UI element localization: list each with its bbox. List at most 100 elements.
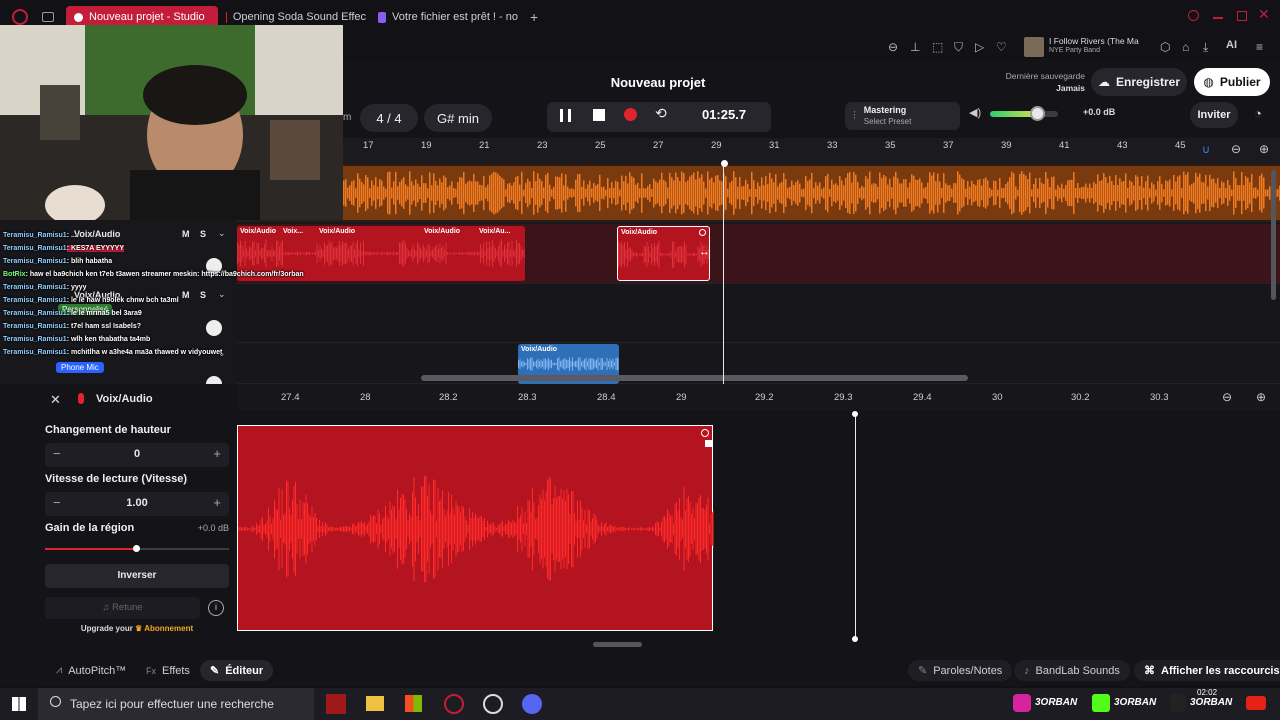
loop-handle-icon[interactable] [701,429,709,437]
time-signature[interactable]: 4 / 4 [360,104,418,132]
workspaces-icon[interactable] [42,12,54,22]
upgrade-text[interactable]: Upgrade your ♛ Abonnement [45,624,229,633]
selected-audio-clip[interactable]: Voix/Audio [617,226,710,281]
stop-icon[interactable] [593,109,605,121]
track-lane-red[interactable]: Voix/Audio Voix... Voix/Audio Voix/Audio… [237,224,1280,284]
shortcuts-button[interactable]: ⌘ Afficher les raccourcis [1134,660,1280,681]
retune-button[interactable]: ♫ Retune [45,597,200,619]
tab-autopitch[interactable]: ⩘ AutoPitch™ [46,660,136,681]
search-placeholder[interactable]: Tapez ici pour effectuer une recherche [70,697,274,711]
clip-title: Voix/Audio [621,229,658,236]
zoom-in-icon[interactable]: ⊕ [1259,142,1269,156]
close-icon[interactable]: ✕ [50,392,61,408]
invite-button[interactable]: Inviter [1190,102,1238,128]
key-selector[interactable]: G# min [424,104,492,132]
menu-icon[interactable]: ≡ [1256,40,1263,54]
editor-playhead[interactable] [855,414,856,638]
track-lane-orange[interactable] [237,164,1280,222]
mastering-button[interactable]: ⫶ Mastering Select Preset [845,102,960,130]
search-tabs-icon[interactable] [1188,10,1199,21]
increment-button[interactable]: + [213,446,221,461]
speed-stepper[interactable]: − 1.00 + [45,492,229,516]
loop-icon[interactable]: ⟲ [655,105,667,122]
minimize-icon[interactable] [1213,17,1223,19]
webcam-overlay [0,25,343,220]
tab-editor[interactable]: ✎ Éditeur [200,660,274,681]
ruler-tick: 39 [1001,140,1012,151]
loop-handle-icon[interactable] [699,229,706,236]
magnet-snap-icon[interactable]: ∪ [1202,143,1210,156]
clock: 02:02 [1197,688,1218,697]
speaker-icon[interactable]: ◀) [969,106,981,119]
info-icon[interactable]: i [208,600,224,616]
master-volume-slider[interactable] [990,106,1058,121]
ai-button[interactable]: AI [1226,39,1237,51]
heart-icon[interactable]: ♡ [996,40,1007,54]
editor-zoom-out-icon[interactable]: ⊖ [1222,390,1232,404]
vertical-scrollbar[interactable] [1271,170,1276,300]
media-title[interactable]: I Follow Rivers (The Ma [1049,36,1141,46]
tab-bandlab-sounds[interactable]: ♪ BandLab Sounds [1014,660,1130,681]
tab-file[interactable]: Votre fichier est prêt ! - no [378,6,518,28]
obs-icon[interactable] [483,694,503,714]
notifications-icon[interactable]: ◔ [1254,106,1262,121]
opera-gx-taskbar-icon[interactable] [444,694,464,714]
opera-logo-icon[interactable] [12,9,28,25]
pitch-label: Changement de hauteur [45,424,171,436]
discord-icon[interactable] [522,694,542,714]
editor-zoom-in-icon[interactable]: ⊕ [1256,390,1266,404]
save-button[interactable]: ☁ Enregistrer [1091,68,1187,96]
editor-label: Éditeur [225,664,264,677]
volume-knob[interactable] [1030,106,1045,121]
editor-ruler-tick: 28.2 [439,392,458,403]
gain-slider[interactable] [45,545,229,552]
autopitch-label: AutoPitch™ [68,664,127,677]
record-icon[interactable] [624,108,637,121]
pitch-value[interactable]: 0 [45,448,229,460]
file-explorer-icon[interactable] [366,696,384,711]
editor-scrollbar[interactable] [593,642,642,647]
new-tab-button[interactable]: + [530,9,538,25]
tab-effects[interactable]: Fx Effets [136,660,200,681]
project-title[interactable]: Nouveau projet [560,75,756,90]
maximize-icon[interactable] [1237,11,1247,21]
pause-icon[interactable] [560,109,571,122]
stream-chat-overlay: Teramisu_Ramisu1: .... Teramisu_Ramisu1:… [0,228,304,376]
snapshot-icon[interactable]: ⬚ [932,40,943,54]
upgrade-link[interactable]: Abonnement [144,624,193,633]
windows-start-icon[interactable] [12,697,26,711]
close-window-icon[interactable]: ✕ [1258,6,1270,23]
ruler-tick: 37 [943,140,954,151]
timeline-ruler[interactable]: 17 19 21 23 25 27 29 31 33 35 37 39 41 4… [343,138,1280,164]
editor-waveform-region[interactable] [237,425,714,631]
editor-ruler[interactable]: 27.4 28 28.2 28.3 28.4 29 29.2 29.3 29.4… [237,384,1280,410]
bottom-toolbar: ⩘ AutoPitch™ Fx Effets ✎ Éditeur ✎ Paroles/N… [0,655,1280,686]
gain-knob[interactable] [133,545,140,552]
download-icon[interactable]: ⤓ [1203,40,1208,55]
playhead[interactable] [723,164,724,384]
zoom-icon[interactable]: ⊖ [888,40,898,54]
editor-ruler-tick: 29.3 [834,392,853,403]
pin-icon[interactable]: ⊥ [910,40,920,54]
pitch-stepper[interactable]: − 0 + [45,443,229,467]
increment-button[interactable]: + [213,495,221,510]
shield-icon[interactable]: ⛉ [954,40,963,55]
editor-ruler-tick: 28.3 [518,392,537,403]
taskbar-search[interactable]: Tapez ici pour effectuer une recherche [38,688,314,720]
extensions-icon[interactable]: ⬡ [1160,40,1170,54]
speed-value[interactable]: 1.00 [45,497,229,509]
media-thumbnail[interactable] [1024,37,1044,57]
track-lane-empty[interactable] [237,285,1280,343]
tracks-area[interactable]: Voix/Audio Voix... Voix/Audio Voix/Audio… [237,164,1280,384]
tab-lyrics[interactable]: ✎ Paroles/Notes [908,660,1013,681]
publish-button[interactable]: ◍ Publier [1194,68,1270,96]
chat-line: Teramisu_Ramisu1: wlh ken thabatha ta4mb [3,336,151,343]
trim-handle[interactable] [705,440,712,447]
voicemeeter-icon[interactable] [326,694,346,714]
zoom-out-icon[interactable]: ⊖ [1231,142,1241,156]
store-icon[interactable] [405,695,422,712]
reverse-button[interactable]: Inverser [45,564,229,588]
profile-icon[interactable]: ⌂ [1182,40,1189,54]
play-icon[interactable]: ▷ [975,40,984,54]
tracks-scrollbar[interactable] [421,375,968,381]
